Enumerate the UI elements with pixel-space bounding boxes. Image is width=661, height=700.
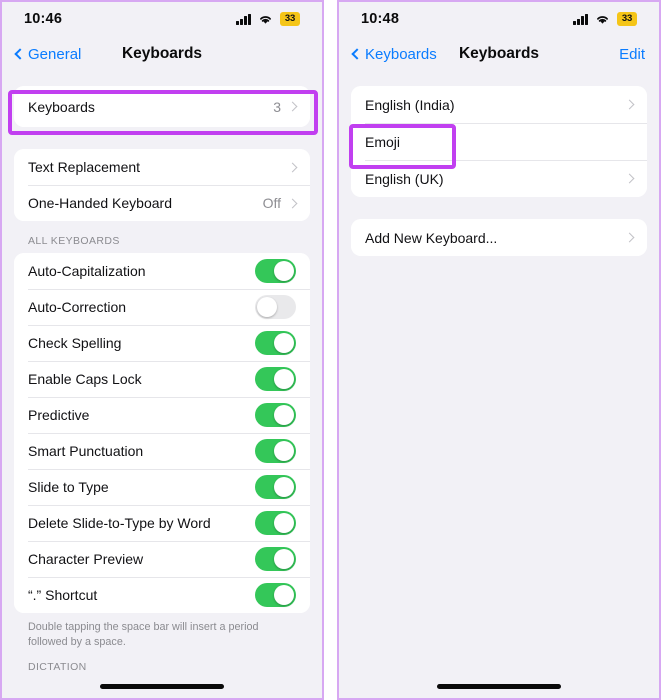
status-clock: 10:48 xyxy=(361,11,400,27)
section-header-all-keyboards: ALL KEYBOARDS xyxy=(28,235,120,247)
toggle-delete-slide-to-type-by-word[interactable] xyxy=(255,511,296,535)
row-label: Predictive xyxy=(28,407,90,423)
row-label: Delete Slide-to-Type by Word xyxy=(28,515,211,531)
home-indicator xyxy=(437,684,561,689)
back-button-keyboards[interactable]: Keyboards xyxy=(351,45,437,63)
status-indicators: 33 xyxy=(236,11,300,27)
chevron-left-icon xyxy=(14,48,26,60)
toggle-period-shortcut[interactable] xyxy=(255,583,296,607)
battery-low-power-icon: 33 xyxy=(617,11,637,27)
row-label: English (India) xyxy=(365,96,455,113)
chevron-left-icon xyxy=(351,48,363,60)
chevron-right-icon xyxy=(624,232,635,243)
row-label: Auto-Correction xyxy=(28,299,127,315)
row-label: Text Replacement xyxy=(28,159,141,175)
chevron-right-icon xyxy=(287,162,298,172)
keyboards-group: Keyboards 3 xyxy=(14,86,310,127)
add-keyboard-group: Add New Keyboard... xyxy=(351,219,647,256)
row-period-shortcut[interactable]: “.” Shortcut xyxy=(14,577,310,613)
toggle-character-preview[interactable] xyxy=(255,547,296,571)
home-indicator xyxy=(100,684,224,689)
row-english-india[interactable]: English (India) xyxy=(351,86,647,123)
cellular-signal-icon xyxy=(573,13,588,25)
row-one-handed-keyboard[interactable]: One-Handed Keyboard Off xyxy=(14,185,310,221)
active-keyboards-group: English (India) Emoji English (UK) xyxy=(351,86,647,197)
toggle-enable-caps-lock[interactable] xyxy=(255,367,296,391)
toggle-smart-punctuation[interactable] xyxy=(255,439,296,463)
row-text-replacement[interactable]: Text Replacement xyxy=(14,149,310,185)
row-label: One-Handed Keyboard xyxy=(28,195,172,211)
toggle-check-spelling[interactable] xyxy=(255,331,296,355)
row-value: Off xyxy=(262,195,281,211)
toggle-predictive[interactable] xyxy=(255,403,296,427)
wifi-icon xyxy=(258,14,273,25)
back-button-general[interactable]: General xyxy=(14,45,82,63)
row-enable-caps-lock[interactable]: Enable Caps Lock xyxy=(14,361,310,397)
toggle-auto-capitalization[interactable] xyxy=(255,259,296,283)
all-keyboards-toggle-group: Auto-Capitalization Auto-Correction Chec… xyxy=(14,253,310,613)
row-label: Smart Punctuation xyxy=(28,443,144,459)
row-smart-punctuation[interactable]: Smart Punctuation xyxy=(14,433,310,469)
row-value-count: 3 xyxy=(273,98,281,115)
row-label: English (UK) xyxy=(365,170,444,187)
chevron-right-icon xyxy=(287,198,298,208)
status-clock: 10:46 xyxy=(24,11,63,27)
row-keyboards[interactable]: Keyboards 3 xyxy=(14,86,310,127)
chevron-right-icon xyxy=(287,101,298,112)
row-english-uk[interactable]: English (UK) xyxy=(351,160,647,197)
right-phone-screenshot: 10:48 33 Keyboards Keyboards Edit Englis… xyxy=(337,0,661,700)
row-label: Auto-Capitalization xyxy=(28,263,146,279)
row-label: “.” Shortcut xyxy=(28,587,98,603)
row-check-spelling[interactable]: Check Spelling xyxy=(14,325,310,361)
row-label: Enable Caps Lock xyxy=(28,371,142,387)
row-label: Emoji xyxy=(365,133,401,150)
status-bar-left: 10:46 33 xyxy=(2,2,322,36)
row-label: Keyboards xyxy=(28,98,95,115)
status-bar-right: 10:48 33 xyxy=(339,2,659,36)
battery-low-power-icon: 33 xyxy=(280,11,300,27)
row-label: Character Preview xyxy=(28,551,144,567)
toggle-slide-to-type[interactable] xyxy=(255,475,296,499)
row-delete-slide-to-type-by-word[interactable]: Delete Slide-to-Type by Word xyxy=(14,505,310,541)
chevron-right-icon xyxy=(624,173,635,184)
row-predictive[interactable]: Predictive xyxy=(14,397,310,433)
nav-bar-right: Keyboards Keyboards Edit xyxy=(339,36,659,72)
edit-button[interactable]: Edit xyxy=(619,46,645,63)
row-emoji[interactable]: Emoji xyxy=(351,123,647,160)
back-button-label: Keyboards xyxy=(365,45,437,63)
cellular-signal-icon xyxy=(236,13,251,25)
chevron-right-icon xyxy=(624,99,635,110)
left-phone-screenshot: 10:46 33 General Keyboards Keyboards 3 T… xyxy=(0,0,324,700)
screenshot-stage: 10:46 33 General Keyboards Keyboards 3 T… xyxy=(0,0,661,700)
row-auto-correction[interactable]: Auto-Correction xyxy=(14,289,310,325)
row-auto-capitalization[interactable]: Auto-Capitalization xyxy=(14,253,310,289)
status-indicators: 33 xyxy=(573,11,637,27)
toggle-auto-correction[interactable] xyxy=(255,295,296,319)
row-character-preview[interactable]: Character Preview xyxy=(14,541,310,577)
row-add-new-keyboard[interactable]: Add New Keyboard... xyxy=(351,219,647,256)
wifi-icon xyxy=(595,14,610,25)
section-header-dictation: DICTATION xyxy=(28,661,87,674)
back-button-label: General xyxy=(28,45,82,63)
section-footer-shortcut-note: Double tapping the space bar will insert… xyxy=(28,621,259,648)
nav-bar-left: General Keyboards xyxy=(2,36,322,72)
row-label: Add New Keyboard... xyxy=(365,229,498,246)
row-label: Slide to Type xyxy=(28,479,109,495)
row-slide-to-type[interactable]: Slide to Type xyxy=(14,469,310,505)
text-options-group: Text Replacement One-Handed Keyboard Off xyxy=(14,149,310,221)
row-label: Check Spelling xyxy=(28,335,122,351)
